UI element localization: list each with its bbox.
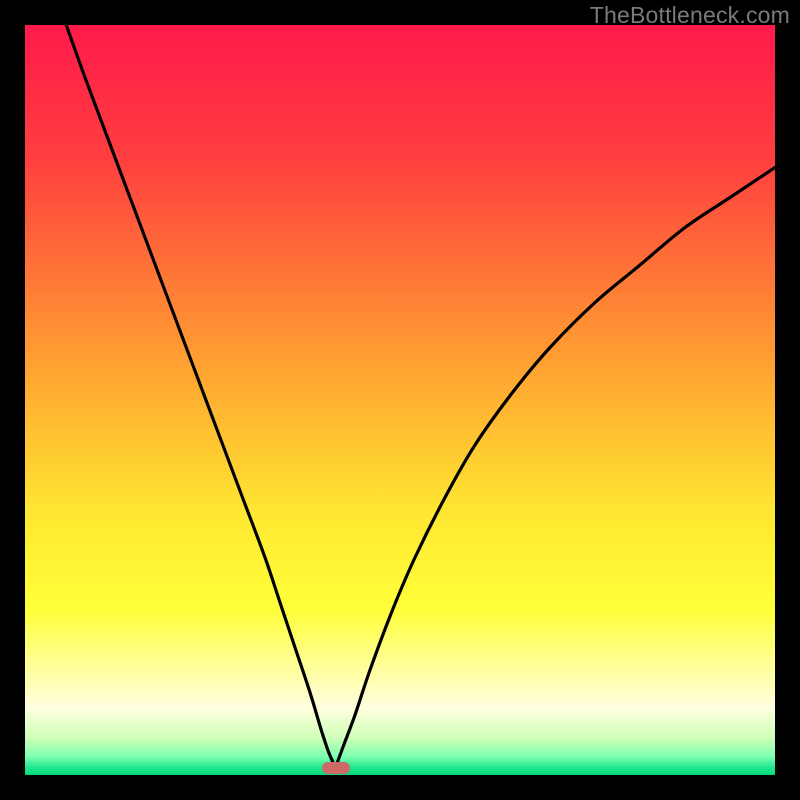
optimal-marker	[322, 762, 350, 774]
plot-area	[25, 25, 775, 775]
bottleneck-curve	[25, 25, 775, 775]
watermark-text: TheBottleneck.com	[590, 2, 790, 29]
chart-container: TheBottleneck.com	[0, 0, 800, 800]
